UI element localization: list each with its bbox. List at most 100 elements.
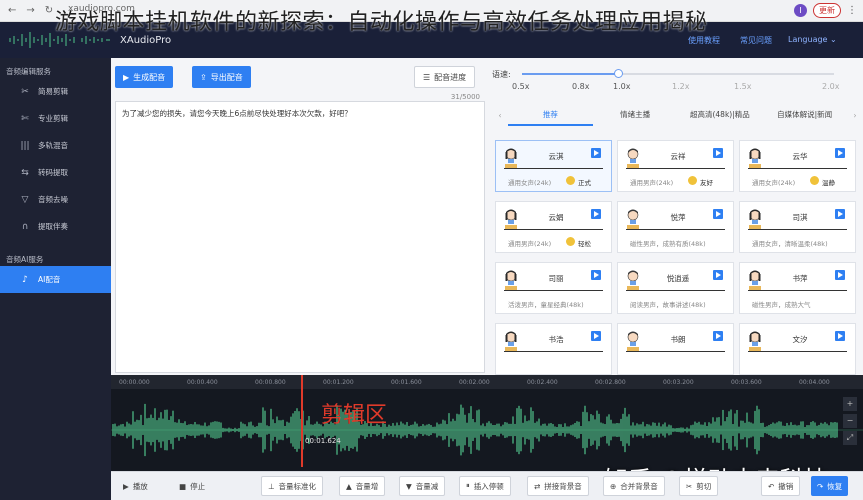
volume-up-button[interactable]: ▲ 音量增: [339, 476, 386, 496]
voice-mood-select[interactable]: 友好: [700, 177, 713, 187]
splice-music-button[interactable]: ⇄ 拼接背景音: [527, 476, 589, 496]
zoom-in-icon[interactable]: +: [843, 397, 857, 411]
voice-card[interactable]: 司淇 通用女声，清晰温柔(48k): [739, 201, 856, 253]
speed-slider[interactable]: 语速: 0.5x 0.8x 1.0x 1.2x 1.5x 2.0x: [492, 67, 863, 97]
ruler-tick: 00:01.600: [391, 379, 422, 386]
stop-label: 停止: [190, 481, 206, 491]
voice-desc: 通用女声(24k): [508, 179, 552, 187]
voice-card[interactable]: 悦萍 磁性男声，成熟有质(48k): [617, 201, 734, 253]
voice-mood-select[interactable]: 轻松: [578, 238, 591, 248]
dubbing-progress-button[interactable]: ☰ 配音进度: [414, 66, 476, 88]
scissors-icon: ✂: [686, 481, 693, 491]
voice-mood-select[interactable]: 温静: [822, 177, 835, 187]
play-icon[interactable]: [713, 270, 723, 280]
faq-link[interactable]: 常见问题: [740, 35, 772, 46]
time-ruler: 00:00.000 00:00.400 00:00.800 00:01.200 00:0…: [111, 375, 863, 389]
voice-card[interactable]: 悦逍遥 阅读男声，故事讲述(48k): [617, 262, 734, 314]
tab-recommended[interactable]: 推荐: [508, 104, 593, 126]
voice-card[interactable]: 书朗: [617, 323, 734, 375]
back-icon[interactable]: ←: [8, 5, 16, 16]
sidebar-item-3[interactable]: ⇆ 转码提取: [0, 159, 111, 186]
play-icon[interactable]: [591, 148, 601, 158]
play-icon[interactable]: [591, 270, 601, 280]
voice-card[interactable]: 云娟 通用男声(24k) 轻松: [495, 201, 612, 253]
playhead[interactable]: [301, 375, 303, 467]
voice-card[interactable]: 书浩: [495, 323, 612, 375]
emoji-icon: [566, 176, 575, 185]
zoom-out-icon[interactable]: −: [843, 414, 857, 428]
divider: [626, 351, 725, 352]
sidebar-item-ai-dubbing[interactable]: ♪ AI配音: [0, 266, 111, 293]
sidebar-item-0[interactable]: ✂ 简易剪辑: [0, 78, 111, 105]
divider: [504, 229, 603, 230]
voice-grid: 云淇 通用女声(24k) 正式 云祥 通用男声(24k) 友好 云华 通用女声(24k) 温静云…: [495, 140, 863, 375]
play-icon[interactable]: [835, 148, 845, 158]
tutorial-link[interactable]: 使用教程: [688, 35, 720, 46]
sidebar-item-2[interactable]: ||| 多轨混音: [0, 132, 111, 159]
chevron-right-icon[interactable]: ›: [847, 111, 863, 120]
voice-mood-select[interactable]: 正式: [578, 177, 591, 187]
voice-desc: 通用女声，清晰温柔(48k): [752, 240, 828, 248]
speed-tick: 0.8x: [572, 82, 590, 91]
play-button[interactable]: ▶ 播放: [117, 476, 154, 496]
timeline[interactable]: 00:00.000 00:00.400 00:00.800 00:01.200 00:0…: [111, 375, 863, 494]
editor-text[interactable]: 为了减少您的损失，请您今天晚上6点前尽快处理好本次欠款，好吧？: [122, 108, 352, 119]
pro-scissors-icon: ✄: [21, 113, 29, 124]
stop-button[interactable]: ■ 停止: [173, 476, 211, 496]
voice-card[interactable]: 云祥 通用男声(24k) 友好: [617, 140, 734, 192]
emoji-icon: [566, 237, 575, 246]
voice-name: 云华: [792, 152, 808, 161]
menu-icon[interactable]: ⋮: [847, 5, 857, 16]
divider: [626, 168, 725, 169]
sidebar-section-ai: 音频AI服务: [6, 255, 44, 264]
tab-emotion[interactable]: 情绪主播: [593, 104, 678, 126]
sidebar-item-5[interactable]: ∩ 提取伴奏: [0, 213, 111, 240]
play-icon[interactable]: [591, 209, 601, 219]
divider: [748, 229, 847, 230]
voice-card[interactable]: 司丽 活泼男声，童星经典(48k): [495, 262, 612, 314]
ruler-tick: 00:02.400: [527, 379, 558, 386]
normalize-button[interactable]: ⊥ 音量标准化: [261, 476, 324, 496]
play-icon[interactable]: [713, 209, 723, 219]
speed-handle[interactable]: [614, 69, 623, 78]
ruler-tick: 00:03.600: [731, 379, 762, 386]
play-icon[interactable]: [835, 331, 845, 341]
voice-card[interactable]: 云华 通用女声(24k) 温静: [739, 140, 856, 192]
voice-name: 文汐: [792, 335, 808, 344]
chevron-left-icon[interactable]: ‹: [492, 111, 508, 120]
fit-icon[interactable]: ⤢: [843, 431, 857, 445]
export-dubbing-button[interactable]: ⇪ 导出配音: [192, 66, 251, 88]
generate-dubbing-button[interactable]: ▶ 生成配音: [115, 66, 174, 88]
voice-name: 书萍: [792, 274, 808, 283]
merge-music-button[interactable]: ⊕ 合并背景音: [603, 476, 665, 496]
play-icon[interactable]: [713, 148, 723, 158]
play-icon[interactable]: [835, 209, 845, 219]
undo-button[interactable]: ↶ 撤销: [761, 476, 801, 496]
update-button[interactable]: 更新: [813, 3, 841, 18]
volume-down-button[interactable]: ▼ 音量减: [399, 476, 446, 496]
waveform-area[interactable]: 剪辑区 00:01.624 知乎 @悦动未来科技 + − ⤢: [111, 389, 863, 494]
voice-card[interactable]: 文汐: [739, 323, 856, 375]
text-editor[interactable]: 31/5000 为了减少您的损失，请您今天晚上6点前尽快处理好本次欠款，好吧？: [115, 93, 485, 373]
sidebar-item-4[interactable]: ▽ 音频去噪: [0, 186, 111, 213]
language-select[interactable]: Language ⌄: [788, 35, 837, 44]
play-icon[interactable]: [835, 270, 845, 280]
ruler-tick: 00:00.400: [187, 379, 218, 386]
voice-card[interactable]: 云淇 通用女声(24k) 正式: [495, 140, 612, 192]
insert-pause-button[interactable]: ⏸ 插入停顿: [459, 476, 511, 496]
cut-button[interactable]: ✂ 剪切: [679, 476, 719, 496]
play-icon[interactable]: [591, 331, 601, 341]
sidebar-item-1[interactable]: ✄ 专业剪辑: [0, 105, 111, 132]
tab-media[interactable]: 自媒体解说|新闻: [762, 104, 847, 126]
voice-desc: 通用男声(24k): [508, 240, 552, 248]
normalize-icon: ⊥: [268, 481, 275, 491]
reload-icon[interactable]: ↻: [45, 5, 53, 16]
restore-button[interactable]: ↷ 恢复: [811, 476, 849, 496]
play-icon[interactable]: [713, 331, 723, 341]
tab-hd[interactable]: 超高清(48k)|精品: [678, 104, 763, 126]
play-icon: ▶: [123, 481, 129, 491]
profile-avatar[interactable]: I: [794, 4, 807, 17]
voice-card[interactable]: 书萍 磁性男声，成熟大气: [739, 262, 856, 314]
ruler-tick: 00:04.000: [799, 379, 830, 386]
forward-icon[interactable]: →: [26, 5, 34, 16]
